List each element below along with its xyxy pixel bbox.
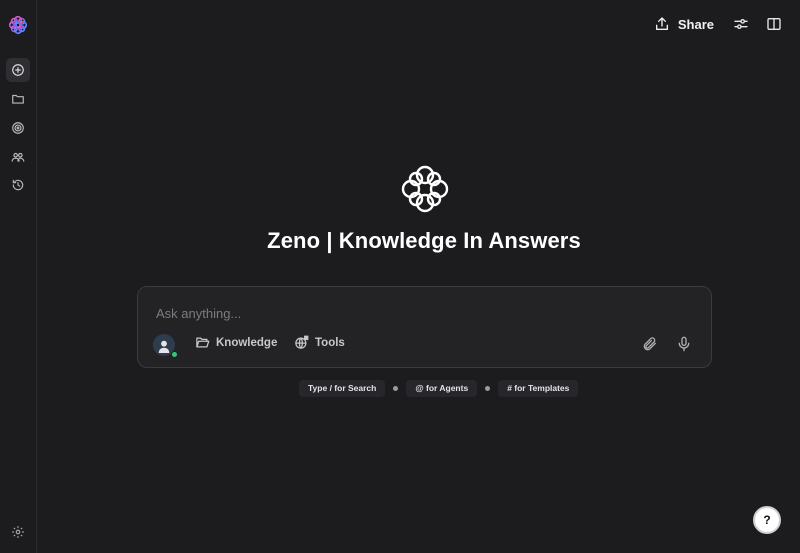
sidebar-goals-button[interactable] [6, 116, 30, 140]
sidebar [0, 0, 37, 553]
top-toolbar: Share [654, 13, 784, 35]
ask-input[interactable] [156, 303, 636, 323]
brain-hero-icon [401, 165, 449, 213]
hint-separator [393, 385, 399, 391]
sidebar-history-button[interactable] [6, 173, 30, 197]
share-icon [655, 17, 668, 30]
share-button[interactable]: Share [654, 16, 714, 32]
user-icon [158, 340, 170, 353]
target-icon [12, 122, 24, 134]
knowledge-button[interactable]: Knowledge [195, 335, 277, 350]
knowledge-label: Knowledge [216, 336, 278, 349]
avatar[interactable] [153, 334, 178, 358]
globe-tools-icon [295, 335, 309, 349]
page-title: Zeno | Knowledge In Answers [267, 228, 581, 253]
folder-open-icon [196, 337, 210, 348]
settings-sliders-button[interactable] [731, 14, 751, 34]
settings-icon [12, 526, 24, 538]
microphone-icon [678, 336, 690, 352]
online-status-dot [171, 351, 178, 358]
hint-templates[interactable]: # for Templates [498, 379, 579, 397]
hint-search[interactable]: Type / for Search [299, 379, 386, 397]
sidebar-folders-button[interactable] [6, 87, 30, 111]
chat-composer: Knowledge Tools [137, 286, 712, 368]
settings-button[interactable] [9, 523, 27, 541]
attach-button[interactable] [640, 334, 660, 354]
paperclip-icon [643, 337, 656, 351]
shortcut-hints: Type / for Search @ for Agents # for Tem… [299, 379, 579, 397]
users-icon [11, 152, 25, 162]
brain-logo-icon[interactable] [7, 14, 29, 36]
tools-button[interactable]: Tools [294, 335, 345, 350]
history-icon [12, 179, 24, 191]
hint-separator [485, 385, 491, 391]
tools-label: Tools [315, 336, 345, 349]
new-chat-icon [12, 64, 24, 76]
help-button[interactable]: ? [753, 506, 781, 534]
share-label: Share [677, 16, 714, 32]
split-view-icon [767, 18, 781, 30]
hint-agents[interactable]: @ for Agents [406, 379, 478, 397]
sidebar-new-chat-button[interactable] [6, 58, 30, 82]
split-view-button[interactable] [764, 14, 784, 34]
sliders-icon [734, 19, 748, 29]
folder-icon [12, 94, 24, 104]
microphone-button[interactable] [674, 334, 694, 354]
app-window: Share Zeno | Knowledge In Answers Knowle… [0, 0, 800, 553]
sidebar-team-button[interactable] [6, 145, 30, 169]
